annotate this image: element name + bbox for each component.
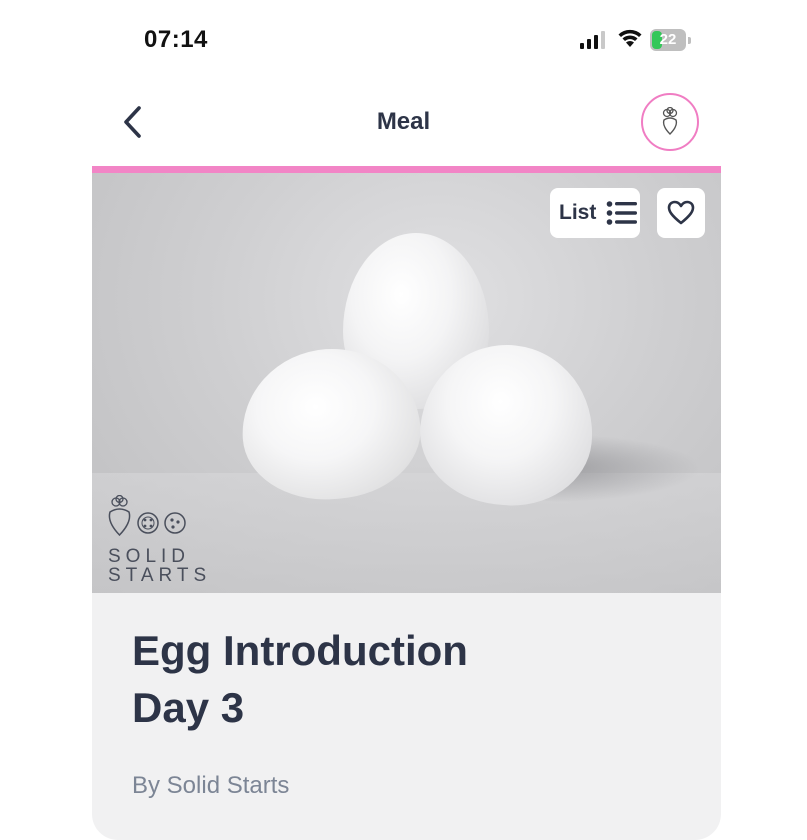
meal-title-line1: Egg Introduction (132, 627, 468, 674)
meal-image: List SOLID STARTS (92, 173, 721, 593)
meal-card: List SOLID STARTS Egg Introduction Day 3… (92, 166, 721, 840)
favorite-button[interactable] (657, 188, 705, 238)
logo-text-line1: SOLID (108, 546, 191, 567)
heart-icon (667, 200, 695, 225)
signal-icon (580, 31, 605, 49)
meal-title: Egg Introduction Day 3 (132, 622, 692, 736)
nav-bar: Meal (0, 88, 807, 158)
accent-bar (92, 166, 721, 173)
list-icon (607, 201, 638, 225)
list-button-label: List (559, 201, 597, 224)
status-bar: 07:14 22 (0, 0, 807, 80)
list-button[interactable]: List (550, 188, 640, 238)
profile-button[interactable] (641, 93, 699, 151)
status-time: 07:14 (144, 26, 208, 53)
wifi-icon (618, 29, 642, 47)
battery-icon: 22 (650, 29, 692, 51)
solid-starts-logo: SOLID STARTS (106, 495, 206, 585)
solid-starts-logo-icon (108, 495, 186, 537)
meal-author: By Solid Starts (132, 772, 290, 799)
battery-level: 22 (659, 31, 677, 48)
beet-logo-icon (662, 107, 678, 135)
meal-title-line2: Day 3 (132, 684, 245, 731)
logo-text-line2: STARTS (108, 565, 212, 586)
